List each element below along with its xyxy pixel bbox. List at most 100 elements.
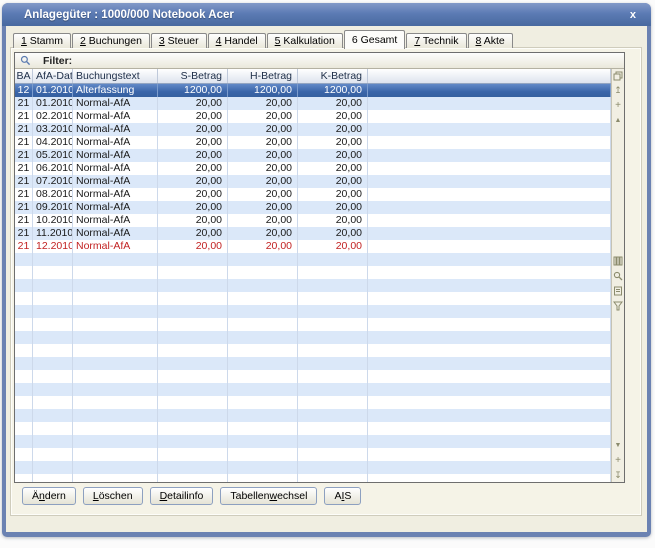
scroll-down-icon[interactable]: ▼ <box>613 440 624 451</box>
cell-afa_dat: 08.2010 <box>33 188 73 201</box>
table-row[interactable]: 21 11.2010 Normal-AfA 20,00 20,00 20,00 <box>15 227 611 240</box>
table-row[interactable]: 21 06.2010 Normal-AfA 20,00 20,00 20,00 <box>15 162 611 175</box>
cell-afa_dat <box>33 279 73 292</box>
cell-s_betrag: 20,00 <box>158 227 228 240</box>
column-header-filler[interactable] <box>368 69 611 83</box>
cell-h_betrag <box>228 422 298 435</box>
cell-ba <box>15 409 33 422</box>
cell-afa_dat: 02.2010 <box>33 110 73 123</box>
cell-h_betrag <box>228 435 298 448</box>
table-header-row: BA AfA-Dat Buchungstext S-Betrag H-Betrag K-B… <box>15 69 611 84</box>
cell-s_betrag <box>158 305 228 318</box>
filter-icon[interactable] <box>613 300 624 311</box>
table-row-empty[interactable] <box>15 266 611 279</box>
scroll-to-top-icon[interactable]: ↥ <box>613 85 624 96</box>
cell-k_betrag <box>298 422 368 435</box>
cell-s_betrag: 20,00 <box>158 188 228 201</box>
side-toolbar-top-group: ↥ + ▲ <box>613 70 624 126</box>
cell-h_betrag: 20,00 <box>228 188 298 201</box>
table-row-empty[interactable] <box>15 331 611 344</box>
detailinfo-button[interactable]: Detailinfo <box>149 487 214 505</box>
table-row[interactable]: 21 05.2010 Normal-AfA 20,00 20,00 20,00 <box>15 149 611 162</box>
table-row-empty[interactable] <box>15 383 611 396</box>
table-row[interactable]: 21 12.2010 Normal-AfA 20,00 20,00 20,00 <box>15 240 611 253</box>
copy-icon[interactable] <box>613 70 624 81</box>
cell-ba: 21 <box>15 227 33 240</box>
columns-icon[interactable] <box>613 255 624 266</box>
insert-row-icon[interactable]: + <box>613 100 624 111</box>
cell-afa_dat <box>33 305 73 318</box>
table-row-empty[interactable] <box>15 461 611 474</box>
column-header-s_betrag[interactable]: S-Betrag <box>158 69 228 83</box>
cell-afa_dat <box>33 383 73 396</box>
table-row-empty[interactable] <box>15 409 611 422</box>
cell-buchungstext <box>73 396 158 409</box>
tab-akte[interactable]: 8 Akte <box>467 33 513 48</box>
column-header-afa_dat[interactable]: AfA-Dat <box>33 69 73 83</box>
cell-ba: 21 <box>15 201 33 214</box>
tab-kalkulation[interactable]: 5 Kalkulation <box>266 33 343 48</box>
column-header-k_betrag[interactable]: K-Betrag <box>298 69 368 83</box>
cell-s_betrag: 20,00 <box>158 240 228 253</box>
append-row-icon[interactable]: + <box>613 455 624 466</box>
cell-filler <box>368 175 611 188</box>
close-button[interactable]: x <box>625 9 641 21</box>
table-row-empty[interactable] <box>15 253 611 266</box>
table-row-empty[interactable] <box>15 279 611 292</box>
search-icon[interactable] <box>613 270 624 281</box>
table-row[interactable]: 21 07.2010 Normal-AfA 20,00 20,00 20,00 <box>15 175 611 188</box>
tabellenwechsel-button[interactable]: Tabellenwechsel <box>220 487 318 505</box>
table-row[interactable]: 21 09.2010 Normal-AfA 20,00 20,00 20,00 <box>15 201 611 214</box>
loeschen-button[interactable]: Löschen <box>82 487 143 505</box>
table-row-empty[interactable] <box>15 357 611 370</box>
column-header-ba[interactable]: BA <box>15 69 33 83</box>
cell-ba: 21 <box>15 123 33 136</box>
cell-buchungstext <box>73 461 158 474</box>
table-row-empty[interactable] <box>15 292 611 305</box>
table-row-empty[interactable] <box>15 344 611 357</box>
table-row-empty[interactable] <box>15 422 611 435</box>
table-row[interactable]: 21 08.2010 Normal-AfA 20,00 20,00 20,00 <box>15 188 611 201</box>
table-row[interactable]: 21 10.2010 Normal-AfA 20,00 20,00 20,00 <box>15 214 611 227</box>
table-row-empty[interactable] <box>15 318 611 331</box>
cell-filler <box>368 448 611 461</box>
table-row-empty[interactable] <box>15 396 611 409</box>
tab-gesamt[interactable]: 6 Gesamt <box>343 30 406 49</box>
table-row-empty[interactable] <box>15 305 611 318</box>
filter-row: Filter: <box>15 53 624 69</box>
table-row[interactable]: 21 01.2010 Normal-AfA 20,00 20,00 20,00 <box>15 97 611 110</box>
column-header-buchungstext[interactable]: Buchungstext <box>73 69 158 83</box>
scroll-up-icon[interactable]: ▲ <box>613 115 624 126</box>
aendern-button[interactable]: Ändern <box>22 487 76 505</box>
table-row[interactable]: 12 01.2010 Alterfassung 1200,00 1200,00 1200,… <box>15 84 611 97</box>
tab-handel[interactable]: 4 Handel <box>207 33 266 48</box>
column-header-h_betrag[interactable]: H-Betrag <box>228 69 298 83</box>
table-row[interactable]: 21 03.2010 Normal-AfA 20,00 20,00 20,00 <box>15 123 611 136</box>
search-icon[interactable] <box>20 55 31 66</box>
cell-s_betrag <box>158 461 228 474</box>
table-row[interactable]: 21 02.2010 Normal-AfA 20,00 20,00 20,00 <box>15 110 611 123</box>
cell-s_betrag <box>158 357 228 370</box>
table-row-empty[interactable] <box>15 370 611 383</box>
cell-ba: 21 <box>15 110 33 123</box>
side-toolbar: ↥ + ▲ ▼ + ↧ <box>611 69 624 482</box>
tab-steuer[interactable]: 3 Steuer <box>150 33 207 48</box>
export-icon[interactable] <box>613 285 624 296</box>
ais-button[interactable]: AIS <box>324 487 362 505</box>
cell-afa_dat <box>33 344 73 357</box>
table-row-empty[interactable] <box>15 448 611 461</box>
table-row-empty[interactable] <box>15 435 611 448</box>
cell-buchungstext: Normal-AfA <box>73 227 158 240</box>
table-row-empty[interactable] <box>15 474 611 482</box>
cell-s_betrag <box>158 292 228 305</box>
cell-k_betrag: 20,00 <box>298 110 368 123</box>
cell-k_betrag: 20,00 <box>298 227 368 240</box>
cell-h_betrag <box>228 474 298 482</box>
tab-stamm[interactable]: 1 Stamm <box>13 33 72 48</box>
tab-buchungen[interactable]: 2 Buchungen <box>72 33 150 48</box>
cell-filler <box>368 240 611 253</box>
table-row[interactable]: 21 04.2010 Normal-AfA 20,00 20,00 20,00 <box>15 136 611 149</box>
scroll-to-bottom-icon[interactable]: ↧ <box>613 470 624 481</box>
tab-technik[interactable]: 7 Technik <box>406 33 467 48</box>
cell-k_betrag <box>298 383 368 396</box>
